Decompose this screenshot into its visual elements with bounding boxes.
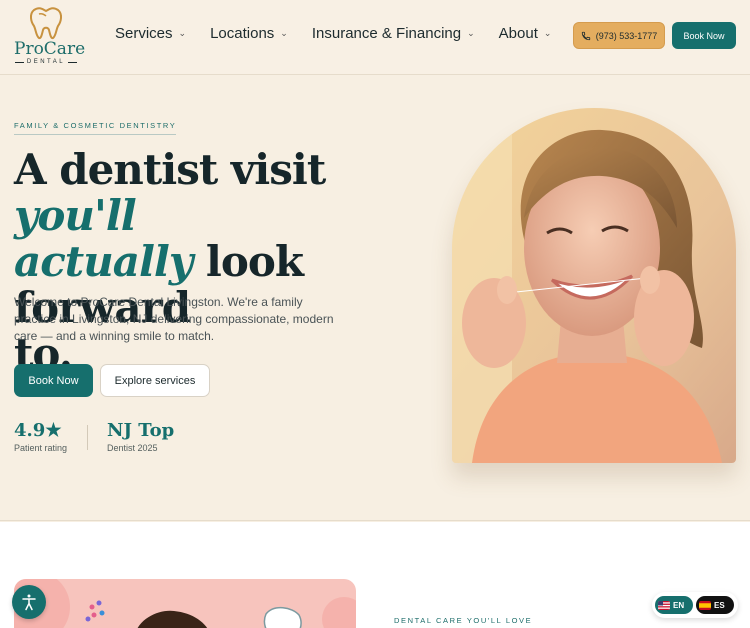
- brand-logo[interactable]: ProCare DENTAL: [14, 6, 86, 66]
- chevron-down-icon: ⌄: [280, 28, 288, 38]
- hero-section: FAMILY & COSMETIC DENTISTRY A dentist vi…: [0, 75, 750, 521]
- chevron-down-icon: ⌄: [467, 28, 475, 38]
- nav-about[interactable]: About ⌄: [499, 25, 552, 42]
- nav-insurance-label: Insurance & Financing: [311, 25, 462, 42]
- care-section: DENTAL CARE YOU'LL LOVE: [0, 522, 750, 628]
- brand-name: ProCare: [14, 39, 86, 59]
- care-image-card: [14, 579, 356, 628]
- brand-subtitle: DENTAL: [14, 59, 78, 65]
- accessibility-button[interactable]: [12, 585, 46, 619]
- care-eyebrow: DENTAL CARE YOU'LL LOVE: [394, 616, 533, 625]
- hero-photo: [452, 108, 736, 463]
- hero-eyebrow: FAMILY & COSMETIC DENTISTRY: [14, 121, 177, 135]
- book-now-button[interactable]: Book Now: [14, 364, 93, 397]
- stat-award: NJ Top Dentist 2025: [107, 420, 175, 453]
- chevron-down-icon: ⌄: [543, 28, 552, 38]
- explore-services-button[interactable]: Explore services: [100, 364, 210, 397]
- tooth-logo-icon: [30, 7, 62, 40]
- stat-divider: [87, 425, 88, 450]
- nav-insurance-financing[interactable]: Insurance & Financing ⌄: [312, 25, 475, 42]
- chevron-down-icon: ⌄: [178, 28, 187, 38]
- smiling-woman-flossing-image: [452, 108, 736, 463]
- language-en-button[interactable]: EN: [655, 596, 693, 614]
- hero-intro: Welcome to ProCare Dental Livingston. We…: [14, 295, 334, 343]
- phone-button[interactable]: (973) 533-1777: [573, 22, 665, 49]
- nav-about-label: About: [498, 25, 538, 42]
- site-header: ProCare DENTAL Services ⌄ Locations ⌄ In…: [0, 0, 750, 75]
- language-es-button[interactable]: ES: [696, 596, 734, 614]
- language-switcher: EN ES: [652, 592, 738, 618]
- us-flag-icon: [658, 600, 670, 610]
- nav-services-label: Services: [115, 25, 173, 42]
- child-dental-illustration: [14, 579, 356, 628]
- accessibility-icon: [22, 594, 36, 611]
- nav-locations[interactable]: Locations ⌄: [210, 25, 288, 42]
- nav-locations-label: Locations: [210, 25, 275, 42]
- spain-flag-icon: [699, 600, 711, 610]
- nav-services[interactable]: Services ⌄: [115, 25, 186, 42]
- phone-icon: [581, 31, 590, 40]
- phone-number: (973) 533-1777: [595, 30, 658, 41]
- main-nav: Services ⌄ Locations ⌄ Insurance & Finan…: [115, 25, 551, 42]
- stat-rating: 4.9★ Patient rating: [14, 420, 68, 453]
- book-now-header-button[interactable]: Book Now: [672, 22, 736, 49]
